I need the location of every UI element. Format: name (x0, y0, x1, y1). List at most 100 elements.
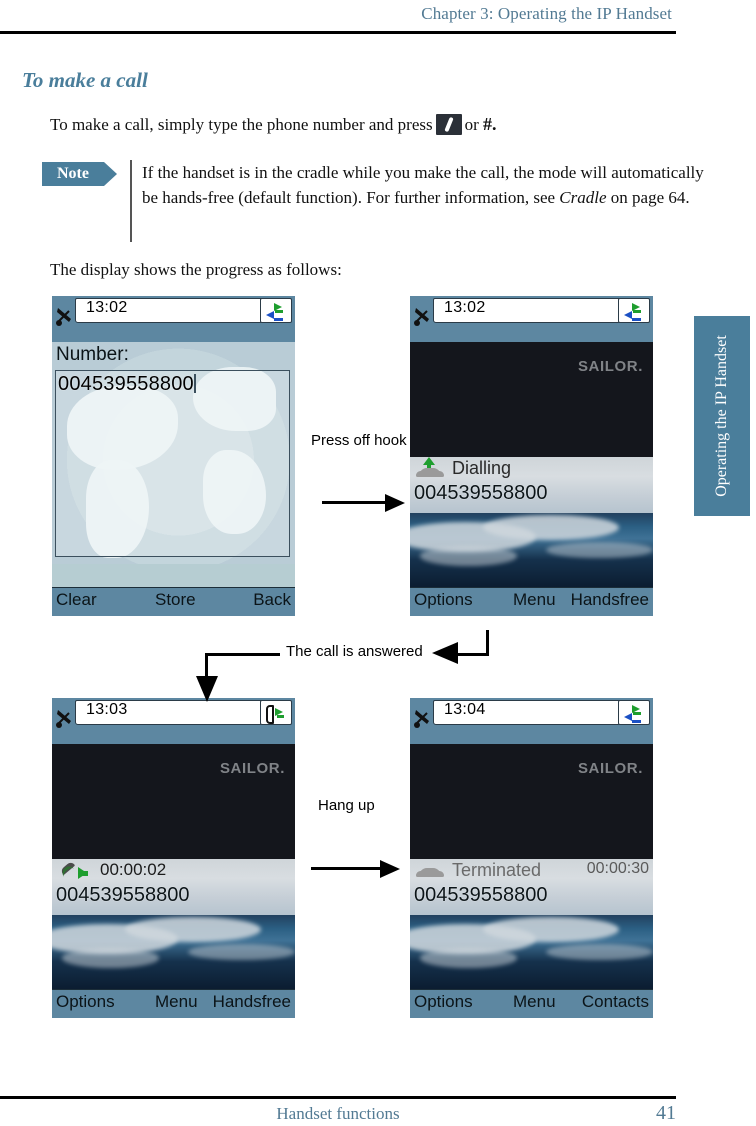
softkey-bar: Options Menu Handsfree (52, 989, 295, 1018)
call-number: 004539558800 (414, 884, 548, 906)
softkey-bar: Options Menu Contacts (410, 989, 653, 1018)
status-time: 13:03 (86, 701, 128, 718)
side-tab-label: Operating the IP Handset (713, 335, 730, 497)
hash-key-label: #. (483, 114, 497, 134)
softkey-bar: Options Menu Handsfree (410, 587, 653, 616)
page-header: Chapter 3: Operating the IP Handset (0, 0, 756, 40)
earth-wallpaper (52, 915, 295, 990)
note-divider (130, 160, 132, 242)
screen-in-call: 13:03 SAILOR. 00:00:02 004539558800 Opti… (52, 698, 295, 1018)
dark-content-band: SAILOR. (410, 744, 653, 859)
side-tab-operating-the-ip-handset: Operating the IP Handset (694, 316, 750, 516)
number-input-value: 004539558800 (58, 373, 196, 396)
call-state-strip: Dialling 004539558800 (410, 457, 653, 513)
arrow-head-right-icon (385, 494, 405, 512)
note-cross-reference: Cradle (559, 188, 607, 207)
call-number: 004539558800 (56, 884, 190, 906)
arrow-shaft (322, 501, 386, 504)
softkey-options[interactable]: Options (56, 992, 115, 1012)
annotation-hang-up: Hang up (318, 797, 375, 814)
handset-icon (265, 705, 274, 724)
softkey-handsfree[interactable]: Handsfree (571, 590, 649, 610)
arrow-in-icon (266, 311, 283, 321)
footer-rule (0, 1096, 676, 1099)
softkey-store[interactable]: Store (155, 590, 196, 610)
screen-number-entry: 13:02 Number: 004539558800 Clear Store B… (52, 296, 295, 616)
terminated-handset-icon (414, 861, 448, 883)
dialling-handset-icon (414, 457, 448, 481)
earth-wallpaper (410, 915, 653, 990)
screen-bottom-band (52, 564, 295, 588)
softkey-options[interactable]: Options (414, 590, 473, 610)
softkey-back[interactable]: Back (253, 590, 291, 610)
network-status-icon (260, 298, 292, 323)
text-caret (193, 374, 196, 393)
screen-dialling: 13:02 SAILOR. Dialling 004539558800 Opti… (410, 296, 653, 616)
off-hook-key-icon (435, 114, 462, 135)
active-call-status-icon (260, 700, 292, 725)
number-field-label: Number: (56, 344, 129, 365)
call-state-label: Terminated (452, 860, 542, 880)
brand-logo: SAILOR. (219, 760, 285, 777)
section-title: To make a call (22, 68, 148, 92)
brand-logo: SAILOR. (577, 358, 643, 375)
call-state-strip: 00:00:02 004539558800 (52, 859, 295, 915)
arrow-head-right-icon (380, 860, 400, 878)
arrow-right-icon (78, 867, 88, 879)
arrow-out-icon (632, 705, 641, 715)
connector-horizontal-right (458, 653, 488, 656)
arrow-up-icon (423, 457, 435, 472)
softkey-clear[interactable]: Clear (56, 590, 97, 610)
arrow-out-icon (274, 303, 283, 313)
call-number: 004539558800 (414, 482, 548, 504)
dark-content-band: SAILOR. (410, 342, 653, 457)
softkey-menu[interactable]: Menu (155, 992, 198, 1012)
softkey-bar: Clear Store Back (52, 587, 295, 616)
chapter-title: Chapter 3: Operating the IP Handset (421, 4, 672, 23)
status-bar: 13:03 (52, 698, 295, 744)
annotation-call-answered: The call is answered (286, 643, 423, 660)
brand-logo: SAILOR. (577, 760, 643, 777)
status-bar: 13:04 (410, 698, 653, 744)
arrow-head-down-icon (196, 676, 218, 702)
connector-horizontal-left (205, 653, 280, 656)
note-line-1: If the handset is in the cradle while yo… (142, 163, 607, 182)
footer-section-name: Handset functions (276, 1104, 400, 1123)
call-duration: 00:00:02 (100, 860, 167, 879)
manual-page: Chapter 3: Operating the IP Handset To m… (0, 0, 756, 1126)
number-input[interactable]: 004539558800 (55, 370, 290, 557)
arrow-in-icon (624, 311, 641, 321)
status-time: 13:04 (444, 701, 486, 718)
arrow-out-icon (275, 708, 284, 718)
arrow-in-icon (624, 713, 641, 723)
handset-icon (414, 867, 446, 879)
phone-handset-icon (57, 863, 77, 883)
call-state-row: Terminated 00:00:30 (410, 859, 653, 885)
intro-text-or: or (464, 115, 479, 134)
softkey-contacts[interactable]: Contacts (582, 992, 649, 1012)
note-text: If the handset is in the cradle while yo… (142, 160, 712, 210)
note-tag: Note (42, 162, 117, 186)
softkey-handsfree[interactable]: Handsfree (213, 992, 291, 1012)
display-progress-paragraph: The display shows the progress as follow… (50, 260, 342, 279)
call-state-row: 00:00:02 (52, 859, 295, 885)
arrow-head-left-icon (432, 642, 458, 664)
number-value-text: 004539558800 (58, 373, 194, 395)
softkey-options[interactable]: Options (414, 992, 473, 1012)
active-call-icon (56, 861, 90, 883)
arrow-shaft (311, 867, 381, 870)
screen-terminated: 13:04 SAILOR. Terminated 00:00:30 004539… (410, 698, 653, 1018)
softkey-menu[interactable]: Menu (513, 590, 556, 610)
softkey-menu[interactable]: Menu (513, 992, 556, 1012)
network-status-icon (618, 700, 650, 725)
status-bar: 13:02 (410, 296, 653, 342)
status-time: 13:02 (86, 299, 128, 316)
network-status-icon (618, 298, 650, 323)
intro-paragraph: To make a call, simply type the phone nu… (50, 112, 650, 137)
note-line-3-after: on page 64. (606, 188, 690, 207)
intro-text-before: To make a call, simply type the phone nu… (50, 115, 433, 134)
handset-icon (414, 467, 446, 479)
call-state-label: Dialling (452, 458, 512, 478)
arrow-out-icon (632, 303, 641, 313)
call-state-strip: Terminated 00:00:30 004539558800 (410, 859, 653, 915)
